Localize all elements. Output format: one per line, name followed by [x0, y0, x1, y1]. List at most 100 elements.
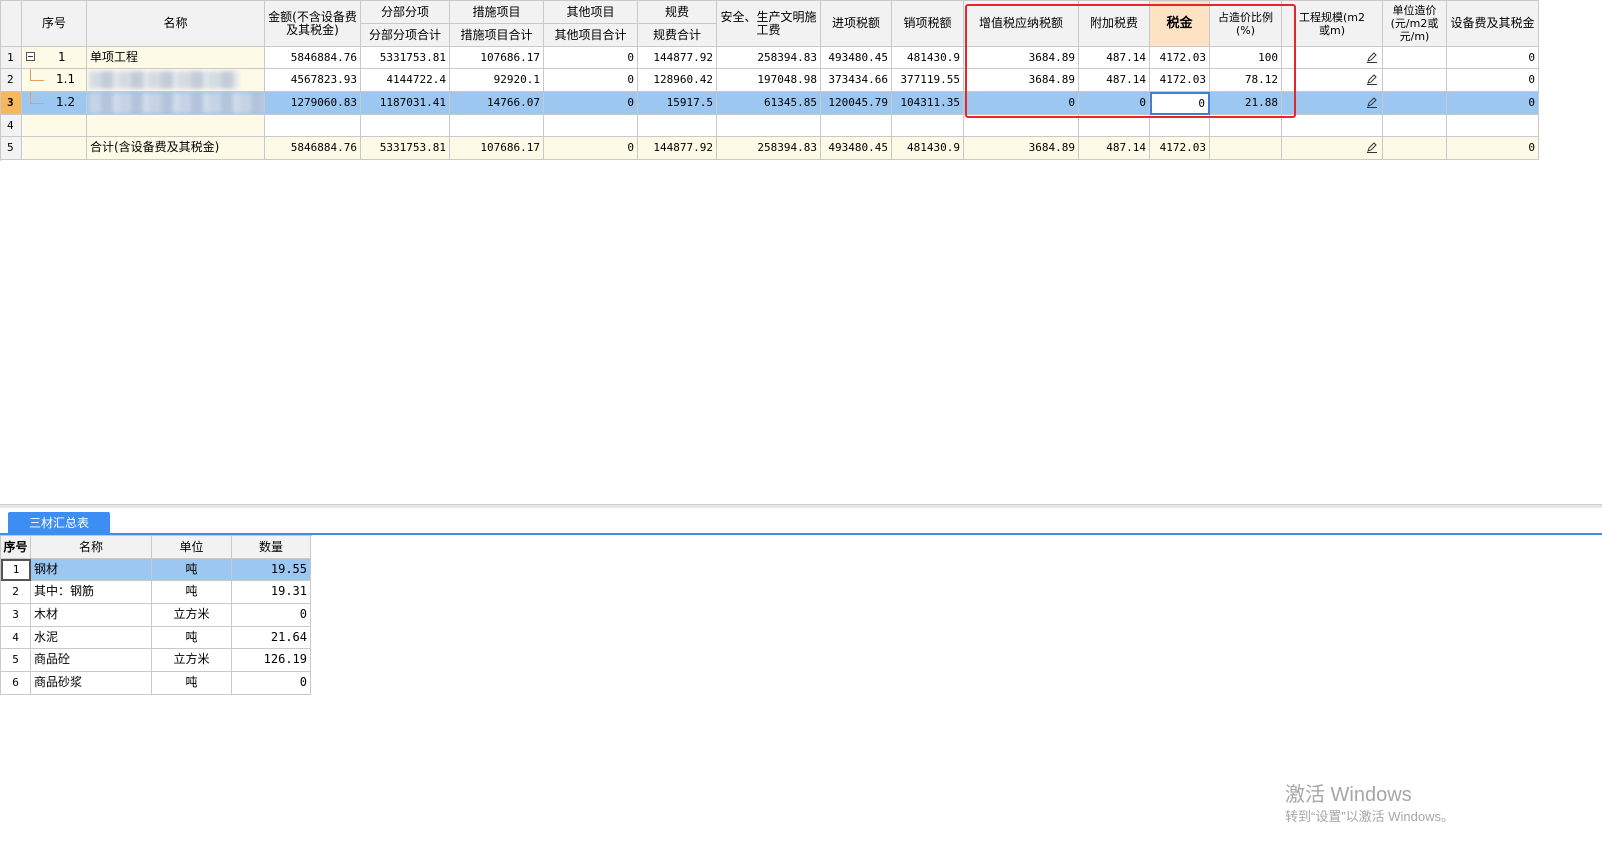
header-qtxm-group[interactable]: 其他项目: [544, 1, 638, 24]
csxm-cell[interactable]: 107686.17: [450, 137, 544, 160]
qtxm-cell[interactable]: 0: [544, 47, 638, 69]
row-number[interactable]: 5: [1, 137, 22, 160]
seq-cell[interactable]: 1.2: [22, 92, 87, 115]
header-safety-fee[interactable]: 安全、生产文明施工费: [717, 1, 821, 47]
amount-cell[interactable]: 5846884.76: [265, 137, 361, 160]
material-name[interactable]: 其中：钢筋: [31, 581, 152, 604]
row-seq[interactable]: 6: [1, 672, 31, 695]
header-fbfx-group[interactable]: 分部分项: [361, 1, 450, 24]
corner-cell[interactable]: [1, 1, 22, 47]
header-equipment-fee[interactable]: 设备费及其税金: [1447, 1, 1539, 47]
row-number[interactable]: 3: [1, 92, 22, 115]
gf-cell[interactable]: 144877.92: [638, 137, 717, 160]
material-unit[interactable]: 立方米: [152, 604, 232, 627]
header-name[interactable]: 名称: [31, 536, 152, 559]
material-unit[interactable]: 吨: [152, 627, 232, 649]
tax-cell[interactable]: [1150, 115, 1210, 137]
material-qty[interactable]: 19.31: [232, 581, 311, 604]
amount-cell[interactable]: 5846884.76: [265, 47, 361, 69]
total-name-cell[interactable]: 合计(含设备费及其税金): [87, 137, 265, 160]
material-name[interactable]: 水泥: [31, 627, 152, 649]
seq-cell[interactable]: [22, 137, 87, 160]
qtxm-cell[interactable]: 0: [544, 92, 638, 115]
header-unit-cost[interactable]: 单位造价(元/m2或元/m): [1383, 1, 1447, 47]
material-qty[interactable]: 21.64: [232, 627, 311, 649]
fbfx-cell[interactable]: 5331753.81: [361, 137, 450, 160]
amount-cell[interactable]: 4567823.93: [265, 69, 361, 92]
safety-fee-cell[interactable]: 258394.83: [717, 47, 821, 69]
header-seq[interactable]: 序号: [1, 536, 31, 559]
amount-cell[interactable]: 1279060.83: [265, 92, 361, 115]
qtxm-cell[interactable]: 0: [544, 137, 638, 160]
fbfx-cell[interactable]: 1187031.41: [361, 92, 450, 115]
scale-cell[interactable]: [1282, 92, 1383, 115]
header-input-tax[interactable]: 进项税额: [821, 1, 892, 47]
output-tax-cell[interactable]: [892, 115, 964, 137]
name-cell[interactable]: [87, 69, 265, 92]
input-tax-cell[interactable]: 373434.66: [821, 69, 892, 92]
header-csxm-group[interactable]: 措施项目: [450, 1, 544, 24]
fbfx-cell[interactable]: 4144722.4: [361, 69, 450, 92]
seq-cell[interactable]: 1.1: [22, 69, 87, 92]
pencil-icon[interactable]: [1366, 141, 1378, 153]
equipment-fee-cell[interactable]: 0: [1447, 137, 1539, 160]
ratio-cell[interactable]: [1210, 115, 1282, 137]
seq-cell[interactable]: 1: [22, 47, 87, 69]
fbfx-cell[interactable]: [361, 115, 450, 137]
header-csxm-total[interactable]: 措施项目合计: [450, 24, 544, 47]
header-gf-group[interactable]: 规费: [638, 1, 717, 24]
header-gf-total[interactable]: 规费合计: [638, 24, 717, 47]
row-seq[interactable]: 4: [1, 627, 31, 649]
unit-cost-cell[interactable]: [1383, 115, 1447, 137]
scale-cell[interactable]: [1282, 47, 1383, 69]
material-qty[interactable]: 0: [232, 604, 311, 627]
material-unit[interactable]: 吨: [152, 672, 232, 695]
gf-cell[interactable]: 15917.5: [638, 92, 717, 115]
output-tax-cell[interactable]: 104311.35: [892, 92, 964, 115]
pencil-icon[interactable]: [1366, 96, 1378, 108]
csxm-cell[interactable]: 14766.07: [450, 92, 544, 115]
qtxm-cell[interactable]: [544, 115, 638, 137]
equipment-fee-cell[interactable]: [1447, 115, 1539, 137]
panel-splitter[interactable]: [0, 504, 1602, 508]
material-name[interactable]: 木材: [31, 604, 152, 627]
csxm-cell[interactable]: [450, 115, 544, 137]
tab-materials-summary[interactable]: 三材汇总表: [8, 512, 110, 534]
material-unit[interactable]: 吨: [152, 559, 232, 581]
unit-cost-cell[interactable]: [1383, 69, 1447, 92]
row-seq[interactable]: 5: [1, 649, 31, 672]
material-unit[interactable]: 立方米: [152, 649, 232, 672]
equipment-fee-cell[interactable]: 0: [1447, 69, 1539, 92]
material-qty[interactable]: 126.19: [232, 649, 311, 672]
fbfx-cell[interactable]: 5331753.81: [361, 47, 450, 69]
output-tax-cell[interactable]: 481430.9: [892, 137, 964, 160]
tax-cell[interactable]: 4172.03: [1150, 137, 1210, 160]
header-qtxm-total[interactable]: 其他项目合计: [544, 24, 638, 47]
row-number[interactable]: 1: [1, 47, 22, 69]
input-tax-cell[interactable]: 120045.79: [821, 92, 892, 115]
safety-fee-cell[interactable]: [717, 115, 821, 137]
header-seq[interactable]: 序号: [22, 1, 87, 47]
name-cell[interactable]: [87, 92, 265, 115]
name-cell[interactable]: [87, 115, 265, 137]
scale-cell[interactable]: [1282, 115, 1383, 137]
output-tax-cell[interactable]: 481430.9: [892, 47, 964, 69]
header-project-scale[interactable]: 工程规模(m2或m): [1282, 1, 1383, 47]
gf-cell[interactable]: 144877.92: [638, 47, 717, 69]
equipment-fee-cell[interactable]: 0: [1447, 47, 1539, 69]
material-name[interactable]: 钢材: [31, 559, 152, 581]
material-qty[interactable]: 0: [232, 672, 311, 695]
collapse-icon[interactable]: [26, 52, 35, 61]
row-seq[interactable]: 3: [1, 604, 31, 627]
material-name[interactable]: 商品砼: [31, 649, 152, 672]
gf-cell[interactable]: 128960.42: [638, 69, 717, 92]
surcharge-cell[interactable]: 487.14: [1079, 137, 1150, 160]
pencil-icon[interactable]: [1366, 51, 1378, 63]
header-fbfx-total[interactable]: 分部分项合计: [361, 24, 450, 47]
scale-cell[interactable]: [1282, 137, 1383, 160]
qtxm-cell[interactable]: 0: [544, 69, 638, 92]
input-tax-cell[interactable]: [821, 115, 892, 137]
unit-cost-cell[interactable]: [1383, 137, 1447, 160]
gf-cell[interactable]: [638, 115, 717, 137]
row-seq[interactable]: 2: [1, 581, 31, 604]
